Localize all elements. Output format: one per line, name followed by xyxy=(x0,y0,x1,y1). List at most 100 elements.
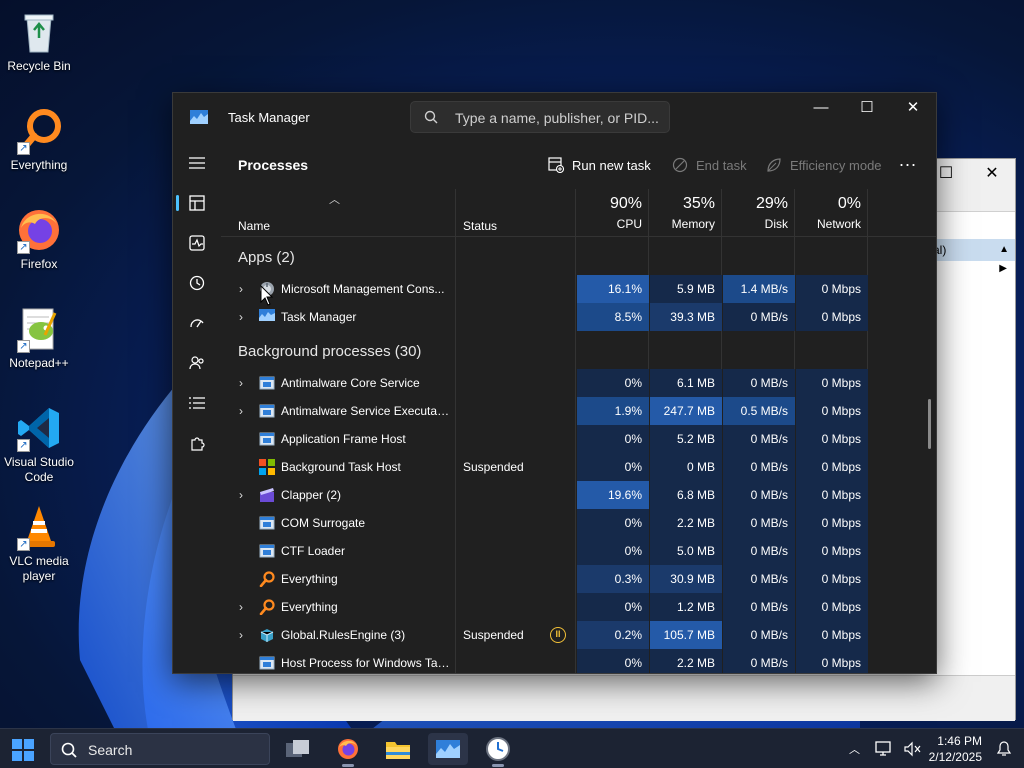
chevron-right-icon[interactable]: › xyxy=(239,282,249,296)
disk-cell: 0 MB/s xyxy=(723,481,795,509)
disk-cell: 0 MB/s xyxy=(723,565,795,593)
column-header-memory[interactable]: 35% Memory xyxy=(650,195,722,231)
nav-users[interactable] xyxy=(181,347,213,379)
title-bar[interactable]: Task Manager — ☐ ✕ xyxy=(173,93,936,141)
end-task-label: End task xyxy=(696,157,747,173)
shortcut-arrow-icon: ↗ xyxy=(17,241,30,254)
nav-services[interactable] xyxy=(181,427,213,459)
hamburger-menu-button[interactable] xyxy=(181,147,213,179)
vertical-scrollbar[interactable] xyxy=(928,399,931,449)
desktop-icon-label: Visual Studio Code xyxy=(4,455,74,484)
volume-muted-icon[interactable] xyxy=(903,741,921,757)
maximize-button[interactable]: ☐ xyxy=(844,93,890,123)
desktop-icon-vlc[interactable]: ↗ VLC media player xyxy=(0,503,78,584)
chevron-right-icon[interactable]: › xyxy=(239,404,249,418)
process-row[interactable]: CTF Loader 0% 5.0 MB 0 MB/s 0 Mbps xyxy=(221,537,936,565)
clock-app-icon xyxy=(486,737,510,761)
chevron-right-icon[interactable]: › xyxy=(239,600,249,614)
memory-cell: 6.8 MB xyxy=(650,481,722,509)
close-button[interactable]: ✕ xyxy=(890,93,936,123)
taskbar-firefox[interactable] xyxy=(328,733,368,767)
search-input[interactable] xyxy=(455,108,660,128)
run-new-task-button[interactable]: Run new task xyxy=(548,157,651,173)
recycle-bin-icon xyxy=(15,8,63,56)
nav-startup-apps[interactable] xyxy=(181,307,213,339)
taskbar-task-manager[interactable] xyxy=(428,733,468,765)
table-header: ︿ Name Status 90% CPU 35% Memory 29% Dis… xyxy=(221,189,936,237)
network-cell: 0 Mbps xyxy=(796,481,868,509)
disk-cell: 0 MB/s xyxy=(723,593,795,621)
disk-cell: 0 MB/s xyxy=(723,303,795,331)
process-row[interactable]: › Antimalware Core Service 0% 6.1 MB 0 MB/s 0… xyxy=(221,369,936,397)
process-row[interactable]: Application Frame Host 0% 5.2 MB 0 MB/s 0 Mb… xyxy=(221,425,936,453)
collapse-up-icon[interactable]: ▲ xyxy=(999,239,1009,261)
nav-performance[interactable] xyxy=(181,227,213,259)
show-hidden-icons-chevron-icon[interactable]: ︿ xyxy=(849,741,860,757)
process-search-box[interactable] xyxy=(410,101,670,133)
network-total-value: 0% xyxy=(837,195,861,212)
group-header-apps[interactable]: Apps (2) xyxy=(221,237,936,275)
desktop-icon-firefox[interactable]: ↗ Firefox xyxy=(0,206,78,272)
taskbar-clock[interactable]: 1:46 PM 2/12/2025 xyxy=(929,733,982,765)
end-task-button[interactable]: End task xyxy=(672,157,747,173)
chevron-right-icon[interactable]: › xyxy=(239,488,249,502)
disk-total-value: 29% xyxy=(755,195,788,212)
efficiency-mode-button[interactable]: Efficiency mode xyxy=(766,157,882,173)
desktop-icon-everything[interactable]: ↗ Everything xyxy=(0,107,78,173)
navigation-rail xyxy=(173,141,221,673)
process-name: Antimalware Service Executable xyxy=(281,404,451,418)
nav-processes[interactable] xyxy=(176,187,213,219)
column-header-disk[interactable]: 29% Disk xyxy=(723,195,795,231)
chevron-right-icon[interactable]: › xyxy=(239,310,249,324)
shortcut-arrow-icon: ↗ xyxy=(17,538,30,551)
mmc-actions-header[interactable]: cal) ▲ xyxy=(925,239,1015,261)
column-header-name[interactable]: Name xyxy=(238,219,270,233)
nav-details[interactable] xyxy=(181,387,213,419)
efficiency-mode-pause-icon: II xyxy=(550,627,566,643)
minimize-button[interactable]: — xyxy=(798,93,844,123)
desktop-icon-label: VLC media player xyxy=(9,554,69,583)
everything-search-icon: ↗ xyxy=(15,107,63,155)
taskbar-task-view[interactable] xyxy=(278,733,318,765)
cpu-cell: 0% xyxy=(577,509,649,537)
disk-cell: 0.5 MB/s xyxy=(723,397,795,425)
taskbar-file-explorer[interactable] xyxy=(378,733,418,765)
process-row[interactable]: › Task Manager 8.5% 39.3 MB 0 MB/s 0 Mbps xyxy=(221,303,936,331)
expand-right-icon[interactable]: ▶ xyxy=(999,263,1007,274)
network-display-icon[interactable] xyxy=(875,741,893,757)
chevron-right-icon[interactable]: › xyxy=(239,376,249,390)
chevron-right-icon[interactable]: › xyxy=(239,628,249,642)
process-row[interactable]: Everything 0.3% 30.9 MB 0 MB/s 0 Mbps xyxy=(221,565,936,593)
column-header-network[interactable]: 0% Network xyxy=(796,195,868,231)
notification-bell-icon[interactable] xyxy=(996,741,1012,757)
process-row[interactable]: Background Task Host Suspended 0% 0 MB 0 MB/… xyxy=(221,453,936,481)
process-row[interactable]: COM Surrogate 0% 2.2 MB 0 MB/s 0 Mbps xyxy=(221,509,936,537)
desktop-icon-vscode[interactable]: ↗ Visual Studio Code xyxy=(0,404,78,485)
column-header-status[interactable]: Status xyxy=(463,219,497,233)
column-header-cpu[interactable]: 90% CPU xyxy=(577,195,649,231)
process-row[interactable]: › Antimalware Service Executable 1.9% 247.7… xyxy=(221,397,936,425)
process-row[interactable]: › Microsoft Management Cons... 16.1% 5.9 MB… xyxy=(221,275,936,303)
network-cell: 0 Mbps xyxy=(796,509,868,537)
memory-cell: 30.9 MB xyxy=(650,565,722,593)
taskbar-search-box[interactable]: Search xyxy=(50,733,270,765)
process-row[interactable]: › Clapper (2) 19.6% 6.8 MB 0 MB/s 0 Mbps xyxy=(221,481,936,509)
nav-app-history[interactable] xyxy=(181,267,213,299)
process-row[interactable]: › Global.RulesEngine (3) Suspended II 0.2% 10… xyxy=(221,621,936,649)
disk-cell: 0 MB/s xyxy=(723,369,795,397)
mmc-actions-pane: cal) ▲ ▶ xyxy=(925,239,1015,274)
disk-cell: 1.4 MB/s xyxy=(723,275,795,303)
desktop-icon-notepad-plus-plus[interactable]: ↗ Notepad++ xyxy=(0,305,78,371)
task-manager-window[interactable]: Task Manager — ☐ ✕ xyxy=(172,92,937,674)
desktop-icon-label: Everything xyxy=(10,158,68,172)
more-options-button[interactable]: ... xyxy=(896,151,920,173)
process-name: Clapper (2) xyxy=(281,488,342,502)
group-header-background[interactable]: Background processes (30) xyxy=(221,331,936,369)
mmc-close-button[interactable]: ✕ xyxy=(969,159,1015,189)
disk-cell: 0 MB/s xyxy=(723,649,795,673)
process-row[interactable]: Host Process for Windows Tasks 0% 2.2 MB 0 … xyxy=(221,649,936,673)
start-button[interactable] xyxy=(12,739,34,761)
desktop-icon-recycle-bin[interactable]: Recycle Bin xyxy=(0,8,78,74)
taskbar-clock-app[interactable] xyxy=(478,733,518,767)
process-row[interactable]: › Everything 0% 1.2 MB 0 MB/s 0 Mbps xyxy=(221,593,936,621)
